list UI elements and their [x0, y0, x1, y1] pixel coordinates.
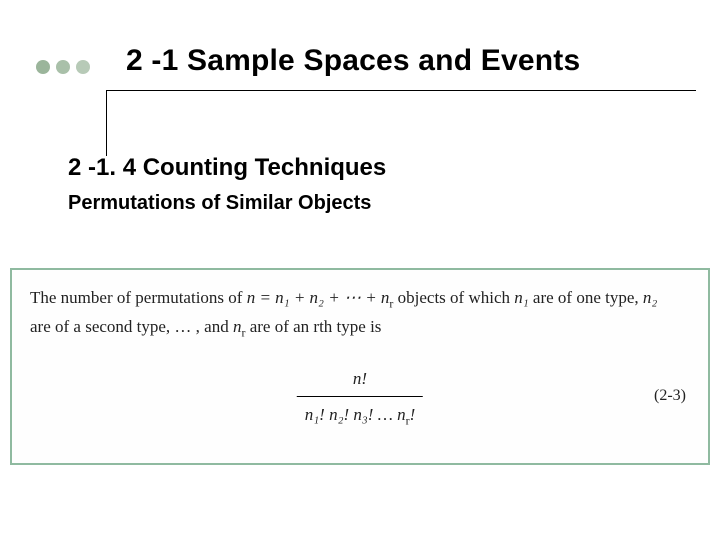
theorem-line1-pre: The number of permutations of [30, 288, 247, 307]
fraction-denominator-main: n₁! n₂! n₃! … n [305, 405, 406, 424]
theorem-text: The number of permutations of n = n₁ + n… [30, 284, 670, 343]
section-subtitle: 2 -1. 4 Counting Techniques [68, 154, 386, 182]
fraction-line [297, 396, 423, 397]
section-topic: Permutations of Similar Objects [68, 192, 371, 215]
header-horizontal-rule [106, 90, 696, 91]
header-vertical-rule [106, 90, 107, 156]
theorem-line2-post: are of an rth type is [245, 317, 381, 336]
theorem-n2: n₂ [643, 288, 657, 307]
page-title: 2 -1 Sample Spaces and Events [126, 44, 580, 78]
theorem-line2-pre: one type, [576, 288, 643, 307]
bullet-icon [56, 60, 70, 74]
theorem-line2-mid: are of a second type, … , and [30, 317, 233, 336]
theorem-line1-eq: n = n₁ + n₂ + ⋯ + nr [247, 288, 394, 307]
theorem-line1-mid: objects of which [393, 288, 514, 307]
theorem-eq-main: n = n₁ + n₂ + ⋯ + n [247, 288, 390, 307]
formula-fraction: n! n₁! n₂! n₃! … nr! [297, 365, 423, 431]
formula-wrap: n! n₁! n₂! n₃! … nr! (2-3) [30, 365, 690, 435]
fraction-denominator: n₁! n₂! n₃! … nr! [297, 399, 423, 430]
theorem-line1-post: are of [529, 288, 577, 307]
theorem-box: The number of permutations of n = n₁ + n… [10, 268, 710, 465]
bullet-icon [76, 60, 90, 74]
equation-number: (2-3) [654, 383, 686, 409]
slide: 2 -1 Sample Spaces and Events 2 -1. 4 Co… [0, 0, 720, 540]
theorem-n1: n₁ [514, 288, 528, 307]
fraction-numerator: n! [297, 365, 423, 394]
fraction-denominator-end: ! [410, 405, 416, 424]
bullet-icon [36, 60, 50, 74]
theorem-nr: nr [233, 317, 245, 336]
header-bullets [36, 60, 90, 74]
